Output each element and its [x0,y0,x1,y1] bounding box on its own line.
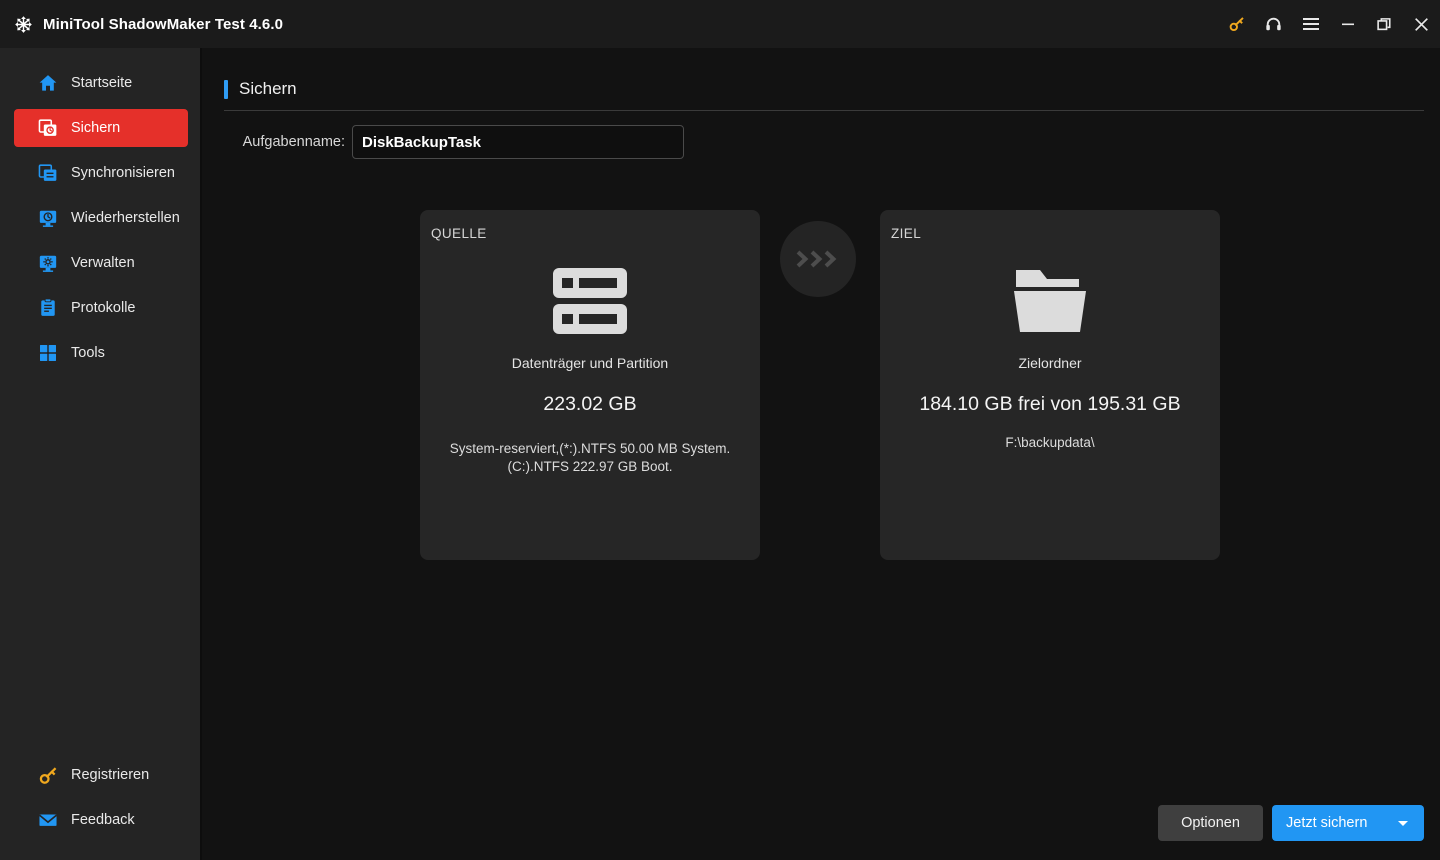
destination-card[interactable]: ZIEL Zielordner 184.10 GB frei von 195.3… [880,210,1220,560]
task-name-label: Aufgabenname: [242,134,345,150]
destination-card-size: 184.10 GB frei von 195.31 GB [919,393,1181,415]
caret-down-icon[interactable] [1398,821,1408,826]
home-icon [38,73,58,93]
sidebar-item-verwalten[interactable]: Verwalten [14,244,188,282]
sidebar: Startseite Sichern Synchronisieren Wiede… [0,48,202,860]
page-title-accent-bar [224,79,228,99]
backup-now-button[interactable]: Jetzt sichern [1272,805,1424,841]
page-header: Sichern [224,79,1424,111]
restore-disk-icon [38,208,58,228]
destination-card-type: Zielordner [1018,355,1082,371]
header-divider [224,110,1424,111]
sidebar-item-tools[interactable]: Tools [14,334,188,372]
sync-icon [38,163,58,183]
sidebar-item-label: Verwalten [71,255,135,271]
backup-now-label: Jetzt sichern [1286,815,1368,831]
source-card-detail: System-reserviert,(*:).NTFS 50.00 MB Sys… [449,441,731,474]
source-card-type: Datenträger und Partition [511,355,669,371]
folder-icon [880,260,1220,342]
destination-card-path: F:\backupdata\ [1005,435,1095,450]
chevrons-right-icon [796,249,840,269]
sidebar-item-label: Feedback [71,812,135,828]
logs-icon [38,298,58,318]
app-title: MiniTool ShadowMaker Test 4.6.0 [43,15,284,33]
title-bar-controls [1218,0,1440,48]
minimize-icon[interactable] [1329,0,1366,48]
sidebar-item-startseite[interactable]: Startseite [14,64,188,102]
sidebar-item-label: Sichern [71,120,121,136]
tools-icon [38,343,58,363]
key-icon [38,765,58,785]
sidebar-item-feedback[interactable]: Feedback [14,801,188,839]
source-card-kicker: QUELLE [431,226,487,241]
sidebar-item-label: Protokolle [71,300,136,316]
sidebar-item-protokolle[interactable]: Protokolle [14,289,188,327]
backup-icon [38,118,58,138]
sidebar-item-wiederherstellen[interactable]: Wiederherstellen [14,199,188,237]
sidebar-item-registrieren[interactable]: Registrieren [14,756,188,794]
sidebar-nav: Startseite Sichern Synchronisieren Wiede… [0,64,202,379]
task-name-input[interactable] [352,125,684,159]
options-button[interactable]: Optionen [1158,805,1263,841]
manage-icon [38,253,58,273]
transfer-direction-indicator [780,221,856,297]
backup-cards: QUELLE Datenträger und Partition 223.02 … [204,210,1440,570]
sidebar-item-synchronisieren[interactable]: Synchronisieren [14,154,188,192]
restore-icon[interactable] [1366,0,1403,48]
close-icon[interactable] [1403,0,1440,48]
disk-partition-icon [420,260,760,342]
sidebar-item-label: Registrieren [71,767,150,783]
sidebar-item-label: Wiederherstellen [71,210,180,226]
mail-icon [38,810,58,830]
source-card[interactable]: QUELLE Datenträger und Partition 223.02 … [420,210,760,560]
shadowmaker-logo-icon [14,15,33,34]
headset-icon[interactable] [1255,0,1292,48]
page-title: Sichern [239,79,297,98]
sidebar-item-label: Synchronisieren [71,165,175,181]
menu-icon[interactable] [1292,0,1329,48]
sidebar-item-label: Startseite [71,75,133,91]
title-bar: MiniTool ShadowMaker Test 4.6.0 [0,0,1440,48]
sidebar-bottom-nav: Registrieren Feedback [0,756,202,846]
destination-card-kicker: ZIEL [891,226,922,241]
source-card-size: 223.02 GB [543,393,637,415]
key-icon[interactable] [1218,0,1255,48]
main-content: Sichern Aufgabenname: QUELLE Datenträger… [204,48,1440,860]
title-bar-left: MiniTool ShadowMaker Test 4.6.0 [0,15,283,34]
sidebar-item-label: Tools [71,345,105,361]
task-name-row: Aufgabenname: [224,125,684,159]
action-footer: Optionen Jetzt sichern [1158,805,1424,841]
sidebar-item-sichern[interactable]: Sichern [14,109,188,147]
